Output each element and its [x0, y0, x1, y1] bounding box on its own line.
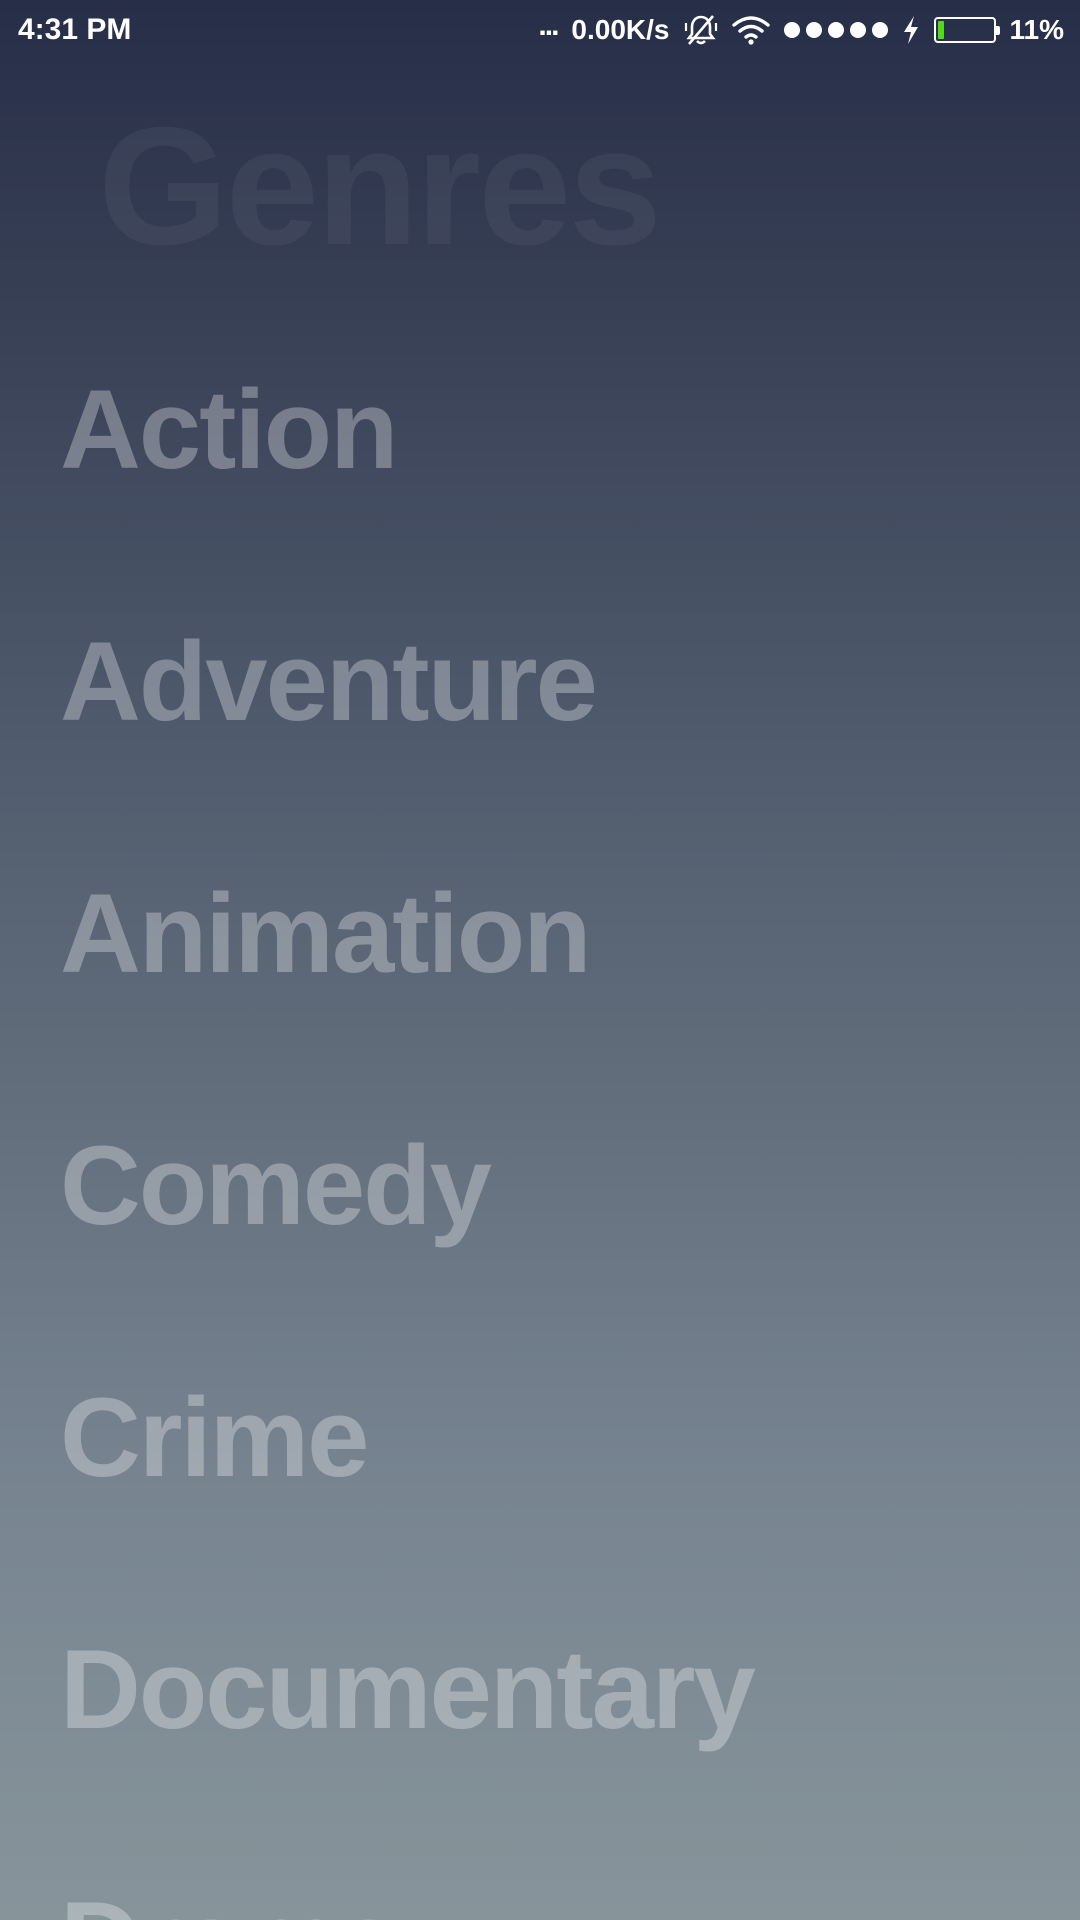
genres-screen: 4:31 PM ... 0.00K/s 11% Genres Action Ad… — [0, 0, 1080, 1920]
genre-item-action[interactable]: Action — [60, 360, 398, 500]
genre-item-drama[interactable]: Drama — [60, 1872, 401, 1920]
genre-list: Action Adventure Animation Comedy Crime … — [0, 0, 1080, 1920]
genre-item-comedy[interactable]: Comedy — [60, 1116, 492, 1256]
genre-item-crime[interactable]: Crime — [60, 1368, 369, 1508]
genre-item-adventure[interactable]: Adventure — [60, 612, 598, 752]
genre-item-documentary[interactable]: Documentary — [60, 1620, 756, 1760]
genre-item-animation[interactable]: Animation — [60, 864, 592, 1004]
